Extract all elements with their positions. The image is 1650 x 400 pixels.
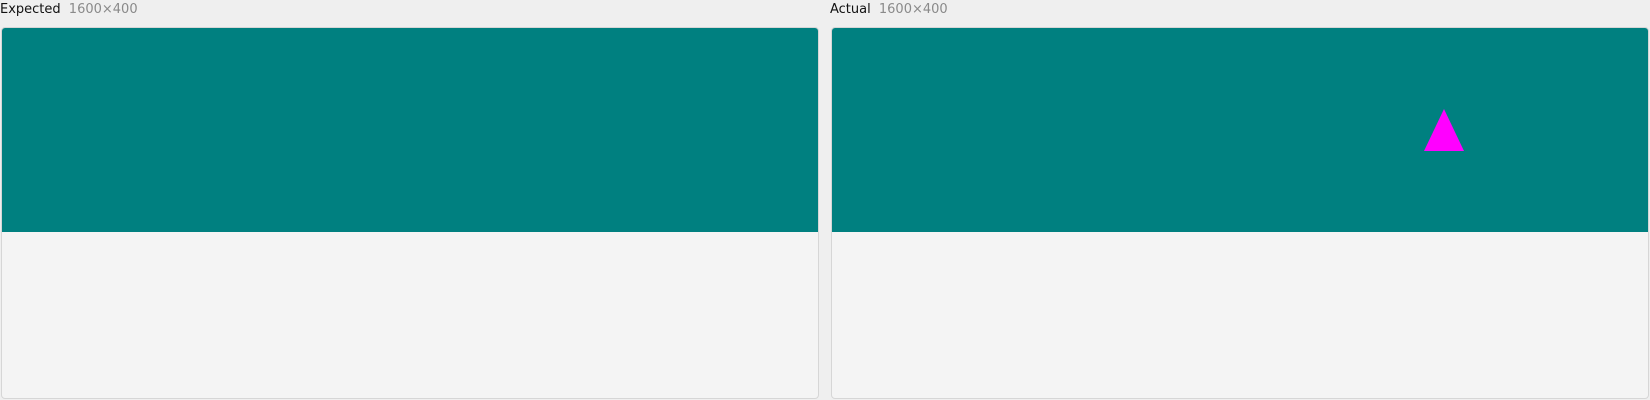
expected-dimensions: 1600×400	[68, 2, 138, 17]
actual-frame	[831, 27, 1649, 399]
expected-label: Expected	[0, 2, 61, 17]
expected-frame	[1, 27, 819, 399]
triangle-icon	[1424, 109, 1464, 151]
actual-label: Actual	[830, 2, 871, 17]
expected-panel: Expected 1600×400	[0, 0, 820, 400]
actual-dimensions: 1600×400	[878, 2, 948, 17]
actual-panel: Actual 1600×400	[830, 0, 1650, 400]
comparison-view: Expected 1600×400 Actual 1600×400	[0, 0, 1650, 400]
actual-teal-banner	[832, 28, 1648, 232]
expected-teal-banner	[2, 28, 818, 232]
expected-caption: Expected 1600×400	[0, 1, 138, 19]
actual-caption: Actual 1600×400	[830, 1, 948, 19]
